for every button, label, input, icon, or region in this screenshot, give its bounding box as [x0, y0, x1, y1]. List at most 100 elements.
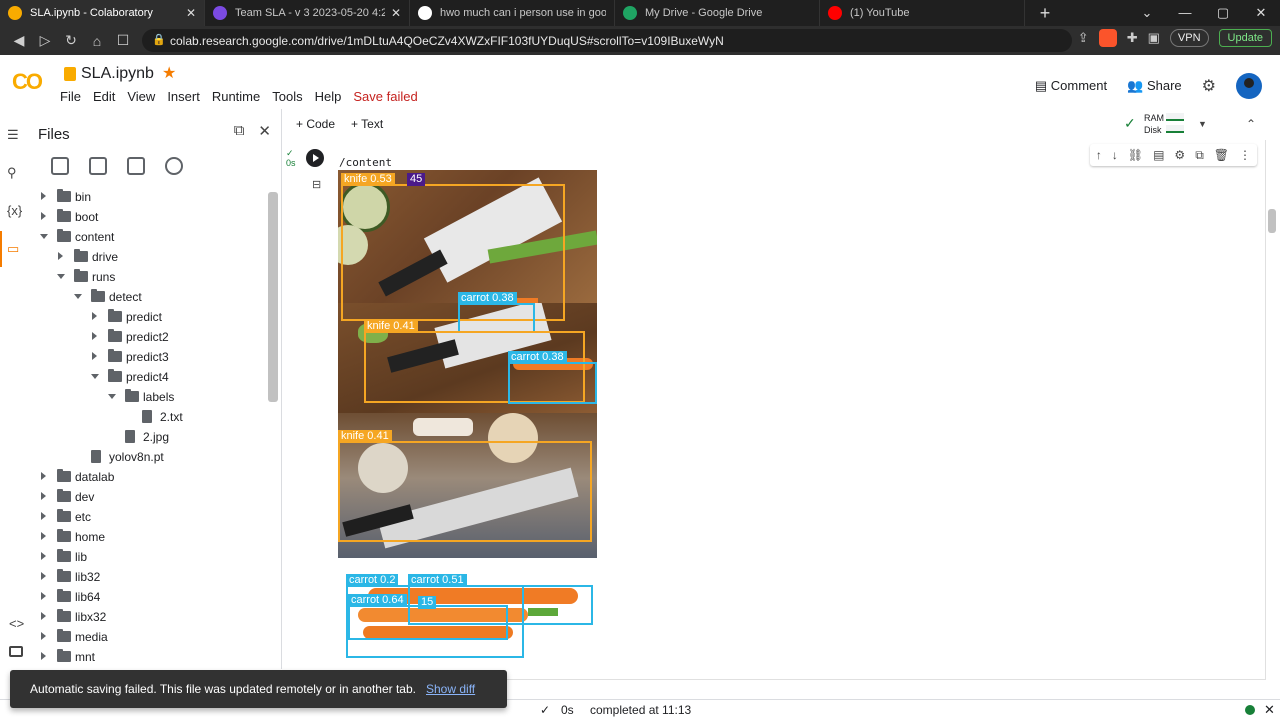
tab-search-icon[interactable]: ⌄ — [1128, 0, 1166, 26]
output-menu-icon[interactable]: ⊟ — [312, 178, 321, 191]
tree-folder[interactable]: datalab — [33, 467, 268, 487]
avatar[interactable] — [1236, 73, 1262, 99]
colab-logo-icon[interactable]: CO — [12, 69, 43, 95]
chevron-down-icon[interactable] — [91, 374, 99, 379]
star-icon[interactable]: ★ — [162, 63, 176, 83]
reload-icon[interactable]: ↻ — [58, 32, 84, 49]
folder-icon[interactable]: ▭ — [7, 241, 19, 257]
chevron-right-icon[interactable] — [41, 572, 46, 580]
search-icon[interactable]: ⚲ — [7, 165, 17, 181]
browser-tab[interactable]: My Drive - Google Drive — [615, 0, 820, 26]
variables-icon[interactable]: {x} — [7, 203, 22, 218]
mirror-cell-icon[interactable]: ⧉ — [1195, 148, 1204, 163]
close-tab-icon[interactable]: ✕ — [391, 6, 401, 20]
tree-folder[interactable]: lib32 — [33, 567, 268, 587]
chevron-down-icon[interactable] — [57, 274, 65, 279]
notebook-scrollbar[interactable] — [1268, 209, 1276, 233]
tree-folder[interactable]: bin — [33, 187, 268, 207]
chevron-right-icon[interactable] — [41, 652, 46, 660]
move-up-icon[interactable]: ↑ — [1096, 148, 1102, 162]
chevron-down-icon[interactable] — [108, 394, 116, 399]
tree-folder[interactable]: runs — [33, 267, 268, 287]
upload-file-icon[interactable] — [51, 157, 69, 175]
chevron-right-icon[interactable] — [41, 192, 46, 200]
close-window-icon[interactable]: ✕ — [1242, 0, 1280, 26]
chevron-right-icon[interactable] — [92, 352, 97, 360]
home-icon[interactable]: ⌂ — [84, 33, 110, 49]
minimize-icon[interactable]: — — [1166, 0, 1204, 26]
menu-tools[interactable]: Tools — [272, 89, 302, 104]
more-icon[interactable]: ⋮ — [1239, 148, 1251, 162]
tree-folder[interactable]: predict3 — [33, 347, 268, 367]
close-tab-icon[interactable]: ✕ — [186, 6, 196, 20]
menu-help[interactable]: Help — [315, 89, 342, 104]
chevron-right-icon[interactable] — [92, 332, 97, 340]
tree-folder[interactable]: content — [33, 227, 268, 247]
code-cell[interactable]: ✓ 0s ⊟ ↑ ↓ ⛓ ▤ ⚙ ⧉ 🗑 ⋮ /content knife 0.… — [282, 140, 1266, 680]
forward-icon[interactable]: ▷ — [32, 32, 58, 49]
update-button[interactable]: Update — [1218, 29, 1272, 47]
chevron-right-icon[interactable] — [41, 632, 46, 640]
tree-folder[interactable]: home — [33, 527, 268, 547]
tree-folder[interactable]: predict — [33, 307, 268, 327]
menu-insert[interactable]: Insert — [167, 89, 200, 104]
browser-tab[interactable]: hwo much can i person use in google — [410, 0, 615, 26]
comment-cell-icon[interactable]: ▤ — [1153, 148, 1164, 162]
open-in-tab-icon[interactable]: ⧉ — [234, 122, 245, 140]
chevron-right-icon[interactable] — [41, 532, 46, 540]
add-text-button[interactable]: + Text — [351, 117, 383, 131]
link-icon[interactable]: ⛓ — [1128, 148, 1143, 162]
mount-drive-icon[interactable] — [127, 157, 145, 175]
show-diff-link[interactable]: Show diff — [426, 682, 475, 696]
tree-folder[interactable]: predict4 — [33, 367, 268, 387]
comment-button[interactable]: ▤ Comment — [1035, 78, 1107, 94]
brave-shield-icon[interactable] — [1098, 29, 1117, 47]
tree-folder[interactable]: boot — [33, 207, 268, 227]
chevron-up-icon[interactable]: ⌃ — [1246, 117, 1256, 131]
share-button[interactable]: 👥 Share — [1127, 78, 1182, 94]
code-snippets-icon[interactable]: <> — [9, 616, 24, 631]
terminal-icon[interactable] — [9, 646, 23, 657]
tree-folder[interactable]: mnt — [33, 647, 268, 667]
back-icon[interactable]: ◀ — [6, 32, 32, 49]
menu-view[interactable]: View — [127, 89, 155, 104]
chevron-right-icon[interactable] — [41, 592, 46, 600]
cell-settings-icon[interactable]: ⚙ — [1174, 148, 1185, 162]
tree-file[interactable]: 2.txt — [33, 407, 268, 427]
chevron-down-icon[interactable] — [74, 294, 82, 299]
add-code-button[interactable]: + Code — [296, 117, 335, 131]
tree-folder[interactable]: dev — [33, 487, 268, 507]
chevron-right-icon[interactable] — [58, 252, 63, 260]
url-input[interactable]: 🔒 colab.research.google.com/drive/1mDLtu… — [142, 29, 1072, 52]
bookmark-icon[interactable]: ☐ — [110, 32, 136, 49]
maximize-icon[interactable]: ▢ — [1204, 0, 1242, 26]
chevron-down-icon[interactable] — [40, 234, 48, 239]
tree-folder[interactable]: etc — [33, 507, 268, 527]
tree-folder[interactable]: lib64 — [33, 587, 268, 607]
browser-tab[interactable]: Team SLA - v 3 2023-05-20 4:21am > ✕ — [205, 0, 410, 26]
files-scrollbar[interactable] — [268, 192, 278, 402]
chevron-right-icon[interactable] — [41, 492, 46, 500]
settings-gear-icon[interactable]: ⚙ — [1202, 76, 1216, 96]
status-completed[interactable]: completed at 11:13 — [590, 703, 691, 717]
chevron-down-icon[interactable]: ▼ — [1198, 118, 1207, 130]
notebook-title[interactable]: SLA.ipynb — [81, 65, 154, 83]
menu-edit[interactable]: Edit — [93, 89, 115, 104]
close-status-icon[interactable]: ✕ — [1264, 702, 1275, 718]
tree-folder[interactable]: lib — [33, 547, 268, 567]
tree-folder[interactable]: libx32 — [33, 607, 268, 627]
tree-folder[interactable]: predict2 — [33, 327, 268, 347]
tree-folder[interactable]: drive — [33, 247, 268, 267]
tree-folder[interactable]: labels — [33, 387, 268, 407]
vpn-button[interactable]: VPN — [1169, 29, 1209, 47]
refresh-folder-icon[interactable] — [89, 157, 107, 175]
tree-file[interactable]: yolov8n.pt — [33, 447, 268, 467]
menu-runtime[interactable]: Runtime — [212, 89, 260, 104]
chevron-right-icon[interactable] — [41, 512, 46, 520]
close-panel-icon[interactable]: ✕ — [258, 122, 271, 140]
save-status[interactable]: Save failed — [353, 89, 417, 104]
browser-tab[interactable]: (1) YouTube — [820, 0, 1025, 26]
resource-monitor[interactable]: ✓ RAM Disk ▼ — [1124, 112, 1207, 136]
chevron-right-icon[interactable] — [92, 312, 97, 320]
move-down-icon[interactable]: ↓ — [1112, 148, 1118, 162]
